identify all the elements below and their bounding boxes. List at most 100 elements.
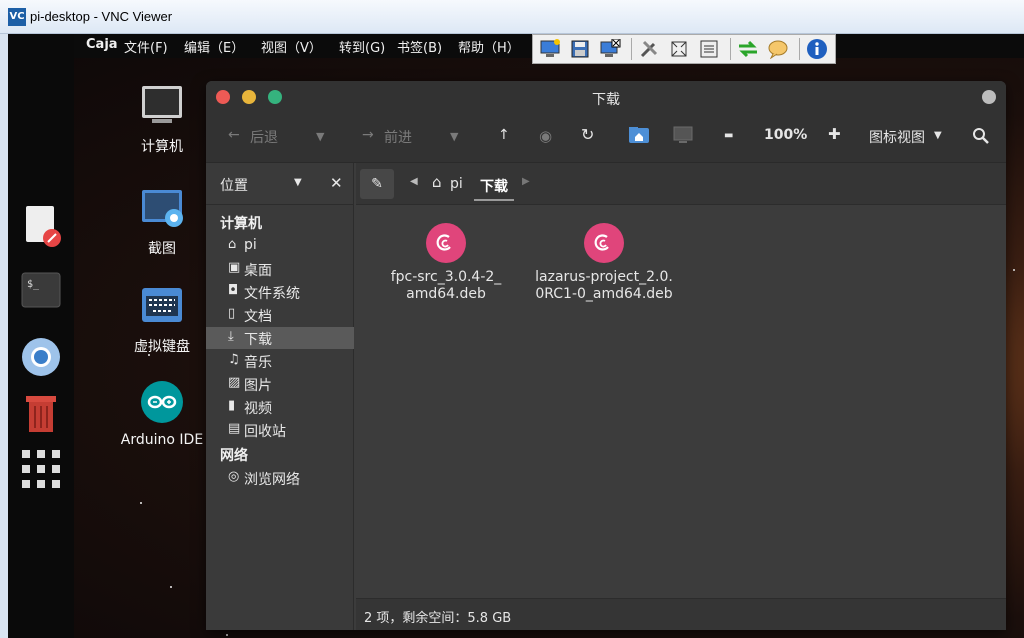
- terminal-icon[interactable]: $_: [20, 270, 62, 312]
- app-grid-icon[interactable]: [20, 448, 62, 490]
- desktop-icon-label: 截图: [148, 241, 176, 257]
- menu-edit[interactable]: 编辑（E）: [184, 37, 244, 56]
- menu-file[interactable]: 文件(F): [124, 37, 168, 56]
- zoom-out-icon[interactable]: ▬: [724, 130, 733, 141]
- document-icon: ▯: [228, 306, 236, 321]
- sidebar-dropdown-icon[interactable]: ▼: [294, 177, 302, 188]
- sidebar-item-desktop[interactable]: ▣ 桌面: [206, 258, 354, 280]
- toolbar-separator: [631, 38, 632, 60]
- options-icon[interactable]: [636, 38, 662, 60]
- desktop-icon-arduino[interactable]: Arduino IDE: [107, 380, 217, 448]
- caja-toolbar: ← 后退 ▼ → 前进 ▼ ↑ ◉ ↻ ▬ 100% ✚ 图标视图 ▼: [206, 113, 1006, 163]
- file-name-line: 0RC1-0_amd64.deb: [535, 286, 673, 302]
- chromium-icon[interactable]: [20, 336, 62, 378]
- sidebar-places-select[interactable]: 位置: [220, 175, 248, 195]
- sidebar-item-label: 浏览网络: [244, 472, 300, 488]
- file-name-line: fpc-src_3.0.4-2_: [390, 269, 502, 285]
- picture-icon: ▨: [228, 375, 241, 390]
- chat-icon[interactable]: [765, 38, 791, 60]
- sidebar-item-browse-network[interactable]: ◎ 浏览网络: [206, 467, 354, 489]
- file-name-line: lazarus-project_2.0.: [535, 269, 673, 285]
- view-mode-dropdown-icon[interactable]: ▼: [934, 130, 942, 141]
- places-sidebar: 位置 ▼ ✕ 计算机 ⌂ pi ▣ 桌面 ◘ 文件系统 ▯ 文档 ⤓ 下载 ♫ …: [206, 163, 354, 630]
- sidebar-item-music[interactable]: ♫ 音乐: [206, 350, 354, 372]
- star: [170, 586, 172, 588]
- path-right-arrow-icon[interactable]: ▶: [522, 176, 530, 187]
- sidebar-item-label: 回收站: [244, 424, 286, 440]
- edit-location-icon[interactable]: ✎: [360, 169, 394, 199]
- desktop-icon-label: Arduino IDE: [120, 432, 204, 448]
- caja-window: 下载 ← 后退 ▼ → 前进 ▼ ↑ ◉ ↻ ▬ 100% ✚ 图标视图 ▼ 位…: [206, 81, 1006, 630]
- file-name: lazarus-project_2.0. 0RC1-0_amd64.deb: [534, 269, 674, 303]
- sidebar-item-pictures[interactable]: ▨ 图片: [206, 373, 354, 395]
- menu-view[interactable]: 视图（V）: [261, 37, 322, 56]
- video-icon: ▮: [228, 398, 236, 413]
- reload-icon[interactable]: ↻: [581, 125, 594, 144]
- sidebar-item-label: 文件系统: [244, 286, 300, 302]
- menu-help[interactable]: 帮助（H）: [458, 37, 520, 56]
- toolbar-separator: [799, 38, 800, 60]
- sidebar-item-pi[interactable]: ⌂ pi: [206, 235, 354, 257]
- file-item[interactable]: lazarus-project_2.0. 0RC1-0_amd64.deb: [534, 223, 674, 303]
- download-icon: ⤓: [228, 329, 234, 344]
- info-icon[interactable]: [804, 38, 830, 60]
- back-history-dropdown-icon[interactable]: ▼: [316, 130, 324, 143]
- ctrl-alt-del-icon[interactable]: [696, 38, 722, 60]
- up-arrow-icon[interactable]: ↑: [498, 127, 510, 143]
- path-home-icon: ⌂: [432, 173, 442, 191]
- globe-icon: ◎: [228, 469, 240, 484]
- sidebar-item-downloads[interactable]: ⤓ 下载: [206, 327, 354, 349]
- search-icon[interactable]: [972, 127, 990, 149]
- sidebar-item-filesystem[interactable]: ◘ 文件系统: [206, 281, 354, 303]
- fullscreen-icon[interactable]: [666, 38, 692, 60]
- computer-icon: [140, 84, 184, 128]
- zoom-level: 100%: [764, 127, 808, 143]
- star: [226, 634, 228, 636]
- transfer-icon[interactable]: [735, 38, 761, 60]
- star: [140, 502, 142, 504]
- view-mode-select[interactable]: 图标视图: [869, 127, 925, 147]
- sidebar-item-videos[interactable]: ▮ 视频: [206, 396, 354, 418]
- path-segment-active[interactable]: 下载: [474, 167, 514, 201]
- forward-arrow-icon[interactable]: →: [362, 127, 374, 143]
- status-bar: 2 项，剩余空间：5.8 GB: [356, 598, 1006, 630]
- vnc-logo-icon: VC: [8, 8, 26, 26]
- save-icon[interactable]: [567, 38, 593, 60]
- desktop-icon: ▣: [228, 260, 241, 275]
- forward-history-dropdown-icon[interactable]: ▼: [450, 130, 458, 143]
- arduino-icon: [140, 380, 184, 424]
- sidebar-item-label: 桌面: [244, 263, 272, 279]
- sidebar-item-documents[interactable]: ▯ 文档: [206, 304, 354, 326]
- new-connection-icon[interactable]: [537, 38, 563, 60]
- disconnect-icon[interactable]: [597, 38, 623, 60]
- sidebar-item-label: 下载: [244, 332, 272, 348]
- menu-bookmarks[interactable]: 书签(B): [397, 37, 442, 56]
- sidebar-item-trash[interactable]: ▤ 回收站: [206, 419, 354, 441]
- svg-text:$_: $_: [27, 279, 40, 290]
- sidebar-section-computer: 计算机: [220, 216, 262, 232]
- window-menu-button[interactable]: [982, 90, 996, 104]
- path-segment-pi[interactable]: pi: [450, 176, 463, 192]
- home-folder-icon[interactable]: [628, 125, 650, 149]
- zoom-in-icon[interactable]: ✚: [828, 125, 841, 143]
- trash-icon: ▤: [228, 421, 241, 436]
- file-name-line: amd64.deb: [406, 286, 486, 302]
- sidebar-close-icon[interactable]: ✕: [330, 174, 343, 192]
- sidebar-item-label: 文档: [244, 309, 272, 325]
- file-item[interactable]: fpc-src_3.0.4-2_ amd64.deb: [376, 223, 516, 303]
- desktop-icon-screenshot[interactable]: 截图: [107, 186, 217, 258]
- menu-go[interactable]: 转到(G): [339, 37, 385, 56]
- path-left-arrow-icon[interactable]: ◀: [410, 176, 418, 187]
- stop-icon[interactable]: ◉: [539, 127, 552, 145]
- text-editor-icon[interactable]: [20, 204, 62, 247]
- forward-button[interactable]: 前进: [384, 127, 412, 147]
- desktop-icon-keyboard[interactable]: 虚拟键盘: [107, 284, 217, 356]
- desktop-icon-computer[interactable]: 计算机: [107, 84, 217, 156]
- back-button[interactable]: 后退: [250, 127, 278, 147]
- computer-view-icon[interactable]: [672, 125, 694, 149]
- menu-app-name[interactable]: Caja: [86, 37, 118, 52]
- vnc-toolbar: [532, 34, 836, 64]
- back-arrow-icon[interactable]: ←: [228, 127, 240, 143]
- home-icon: ⌂: [228, 237, 237, 252]
- trash-dock-icon[interactable]: [20, 392, 62, 434]
